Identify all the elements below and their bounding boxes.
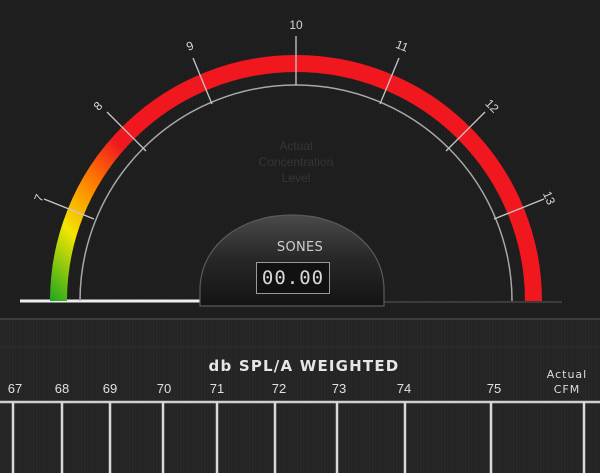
scale-label-75: 75 [487, 381, 501, 396]
db-scale: 67 68 69 70 71 72 73 74 75 [0, 318, 600, 473]
watermark-line-2: Concentration [259, 155, 334, 169]
tick-label-8: 8 [91, 98, 106, 113]
scale-title: db SPL/A WEIGHTED [208, 357, 400, 375]
sones-label: SONES [276, 240, 324, 255]
scale-label-69: 69 [103, 381, 117, 396]
tick-label-11: 11 [394, 37, 411, 55]
scale-label-71: 71 [210, 381, 224, 396]
cfm-label: CFM [553, 383, 581, 396]
scale-label-74: 74 [397, 381, 411, 396]
actual-label: Actual [546, 368, 588, 381]
tick-label-10: 10 [289, 18, 303, 32]
scale-label-67: 67 [8, 381, 22, 396]
watermark-line-3: Level [282, 171, 311, 185]
tick-label-7: 7 [31, 192, 47, 204]
tick-label-12: 12 [482, 96, 502, 116]
scale-label-73: 73 [332, 381, 346, 396]
scale-ticks [11, 402, 586, 473]
tick-label-13: 13 [540, 189, 558, 207]
sones-readout: 00.00 [256, 262, 330, 294]
scale-label-70: 70 [157, 381, 171, 396]
scale-label-72: 72 [272, 381, 286, 396]
tick-label-9: 9 [184, 38, 196, 54]
scale-label-68: 68 [55, 381, 69, 396]
watermark-line-1: Actual [279, 139, 312, 153]
sound-meter-panel: 7 8 9 10 11 12 13 Actual Concentration L… [0, 0, 600, 473]
